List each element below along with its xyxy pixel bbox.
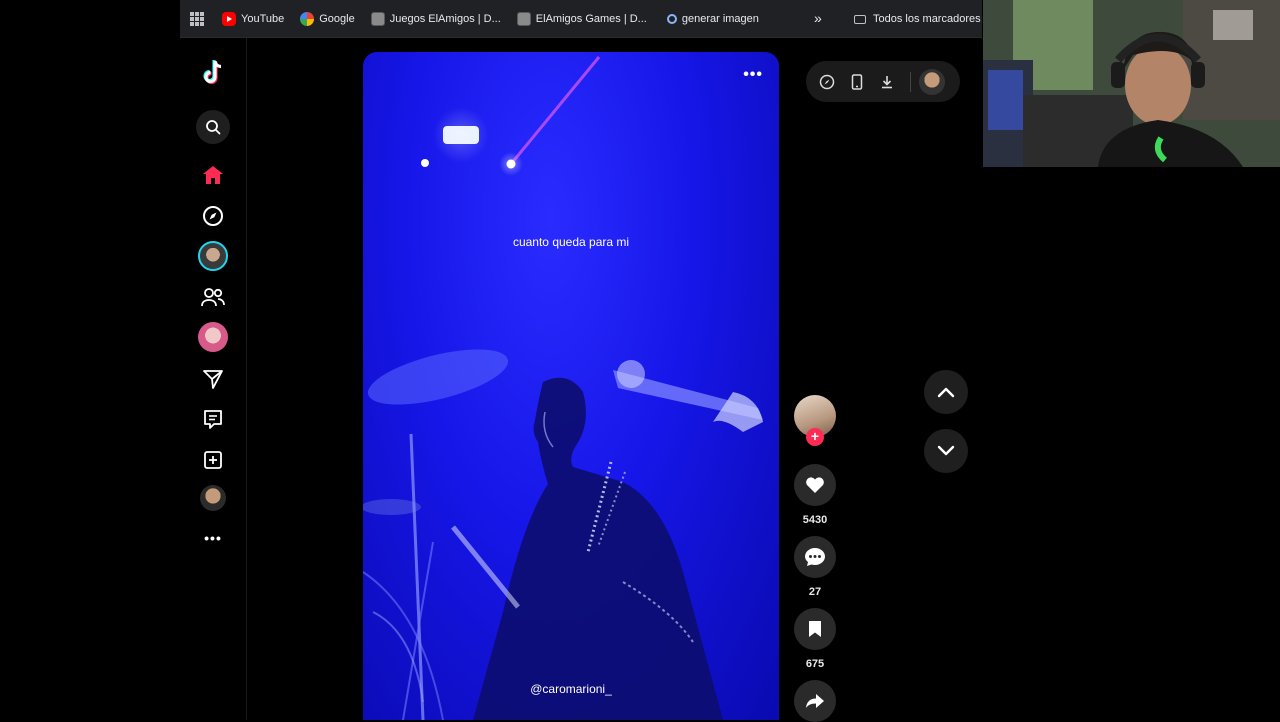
youtube-icon [222, 11, 236, 26]
like-button[interactable] [794, 464, 836, 506]
bookmark-label: Juegos ElAmigos | D... [389, 12, 501, 25]
video-caption: cuanto queda para mi [512, 235, 630, 249]
bookmark-label: Google [319, 12, 355, 25]
heart-icon [806, 477, 824, 493]
bookmark-icon [809, 621, 821, 637]
autoscroll-icon[interactable] [812, 67, 842, 97]
profile-avatar[interactable] [200, 485, 226, 511]
comment-icon [805, 548, 825, 566]
comment-button[interactable] [794, 536, 836, 578]
all-bookmarks-label: Todos los marcadores [873, 13, 981, 25]
video-frame [363, 56, 763, 720]
bookmark-juegos-elamigos[interactable]: Juegos ElAmigos | D... [370, 11, 501, 26]
friend-avatar[interactable] [198, 322, 228, 352]
bookmark-generar-imagen[interactable]: generar imagen [666, 12, 759, 25]
previous-video-button[interactable] [924, 370, 968, 414]
chevron-down-icon [937, 445, 955, 456]
next-video-button[interactable] [924, 429, 968, 473]
save-count: 675 [805, 658, 825, 670]
bookmarks-overflow-button[interactable]: » [814, 10, 822, 26]
screen-left-margin [0, 0, 180, 720]
folder-icon [854, 14, 866, 24]
chevron-up-icon [937, 387, 955, 398]
video-more-button[interactable]: ••• [743, 66, 763, 84]
upload-icon[interactable] [198, 445, 228, 475]
like-count: 5430 [802, 514, 828, 526]
webcam-overlay [983, 0, 1280, 167]
creator-watermark: @caromarioni_ [530, 682, 612, 696]
explore-icon[interactable] [198, 201, 228, 231]
tiktok-logo-icon[interactable] [198, 58, 228, 88]
bookmark-label: ElAmigos Games | D... [535, 12, 647, 25]
toolbar-divider [910, 71, 911, 92]
bookmark-label: generar imagen [681, 12, 759, 25]
download-icon[interactable] [872, 67, 902, 97]
home-icon[interactable] [198, 160, 228, 190]
following-icon[interactable] [198, 282, 228, 312]
share-icon [806, 694, 824, 708]
account-avatar[interactable] [919, 68, 945, 95]
site-thumbnail-icon [516, 11, 531, 26]
inbox-icon[interactable] [198, 404, 228, 434]
bookmarks-bar: YouTube Google Juegos ElAmigos | D... El… [180, 0, 982, 38]
apps-grid-icon[interactable] [190, 11, 204, 26]
bookmark-google[interactable]: Google [300, 11, 355, 26]
mobile-view-icon[interactable] [842, 67, 872, 97]
messages-icon[interactable] [198, 364, 228, 394]
video-actions-toolbar [806, 61, 960, 102]
share-button[interactable] [794, 680, 836, 722]
all-bookmarks-button[interactable]: Todos los marcadores [854, 0, 981, 38]
follow-plus-icon[interactable]: + [806, 428, 824, 446]
video-player[interactable]: ••• cuanto queda para mi @caromarioni_ [363, 52, 779, 720]
search-icon [206, 120, 221, 135]
bookmark-elamigos-games[interactable]: ElAmigos Games | D... [516, 11, 647, 26]
bookmark-label: YouTube [241, 12, 285, 25]
comment-count: 27 [808, 586, 822, 598]
bookmark-youtube[interactable]: YouTube [222, 11, 285, 26]
save-button[interactable] [794, 608, 836, 650]
search-icon [666, 13, 677, 24]
google-icon [300, 11, 315, 26]
more-icon[interactable]: ••• [198, 523, 228, 553]
webcam-feed [983, 0, 1280, 167]
tiktok-sidebar: ••• [180, 38, 247, 720]
live-avatar[interactable] [198, 241, 228, 271]
search-button[interactable] [196, 110, 230, 144]
site-thumbnail-icon [370, 11, 385, 26]
